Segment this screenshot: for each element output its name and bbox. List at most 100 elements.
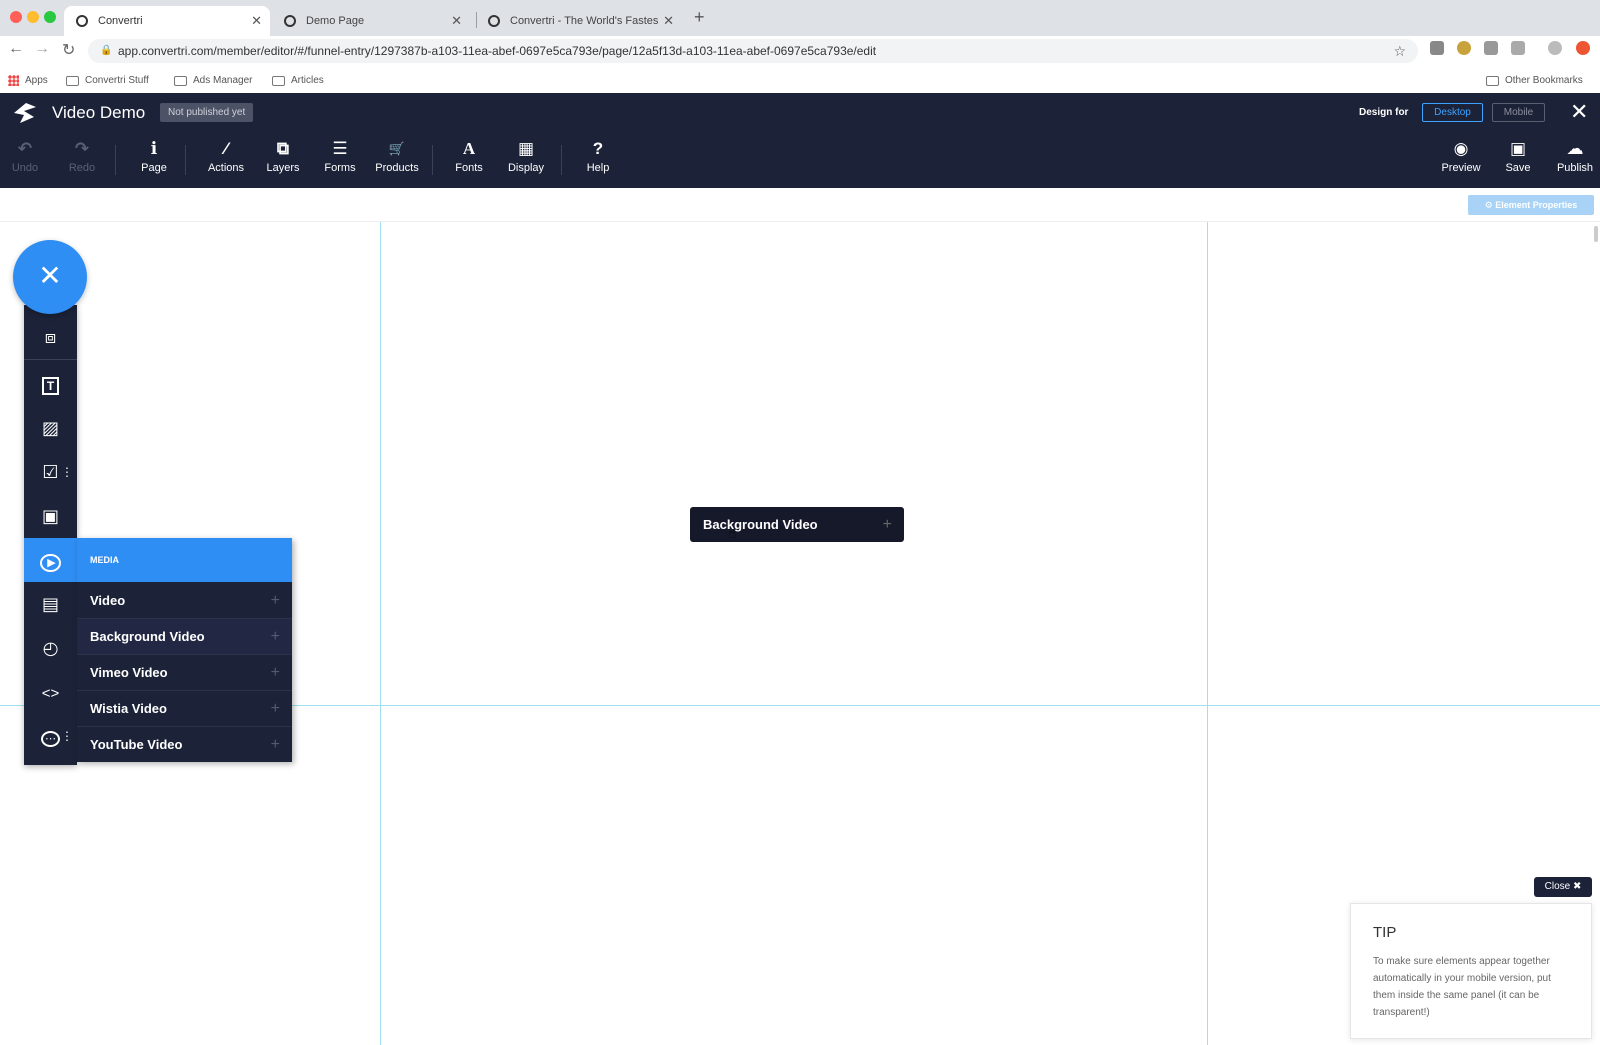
element-properties-button[interactable]: ⚙ Element Properties [1468,195,1594,215]
close-editor-icon[interactable]: ✕ [1570,99,1588,125]
puzzle-icon: ⧈ [44,327,57,347]
profile-avatar-icon[interactable] [1548,41,1562,55]
image-icon: ▨ [41,418,59,438]
timer-icon: ◴ [42,638,59,658]
tab-title: Convertri - The World's Fastes [510,15,659,27]
tab-title: Demo Page [306,15,365,27]
sidebar-item-components[interactable]: ⧈ [24,315,77,359]
tool-label: Page [141,162,167,174]
redo-icon: ↷ [74,139,90,158]
element-sidebar: ⧈ T ▨ ☑ ⋮ ▣ ▶ ▤ ◴ <> ⋯ ⋮ [24,305,77,765]
extension-pointer-icon[interactable] [1511,41,1525,55]
convertri-favicon-icon [76,15,88,27]
media-submenu-header: MEDIA [77,538,292,582]
cloud-upload-icon: ☁ [1566,139,1584,158]
sidebar-item-text[interactable]: T [24,362,77,406]
tab-close-icon[interactable]: ✕ [251,13,262,29]
page-button[interactable]: ℹ Page [129,139,179,174]
back-arrow-icon[interactable]: ← [8,40,24,58]
magic-wand-icon: ⁄ [224,139,228,158]
redo-button[interactable]: ↷ Redo [57,139,107,174]
tip-close-button[interactable]: Close ✖ [1534,877,1592,897]
layers-button[interactable]: ⧉ Layers [258,139,308,174]
canvas-scrollbar[interactable] [1594,226,1598,242]
forward-arrow-icon[interactable]: → [34,40,50,58]
sidebar-item-list[interactable]: ▤ [24,582,77,626]
undo-icon: ↶ [17,139,33,158]
mouse-pointer-icon: ☝ [728,525,737,541]
browser-tab-convertri[interactable]: Convertri ✕ [64,6,270,36]
tab-close-icon[interactable]: ✕ [451,13,462,29]
bookmark-ads-manager[interactable]: Ads Manager [174,75,252,86]
tool-label: Display [507,162,545,174]
more-dots-icon: ⋮ [61,465,73,479]
media-item-background-video[interactable]: Background Video + [77,619,292,655]
fonts-button[interactable]: A Fonts [444,139,494,174]
sidebar-item-forms[interactable]: ☑ ⋮ [24,450,77,494]
other-bookmarks[interactable]: Other Bookmarks [1486,75,1583,86]
extension-pen-icon[interactable] [1430,41,1444,55]
preview-button[interactable]: ◉ Preview [1436,139,1486,174]
browser-tab-convertri-home[interactable]: Convertri - The World's Fastes ✕ [476,6,682,36]
desktop-mode-button[interactable]: Desktop [1422,103,1483,122]
bookmark-label: Articles [291,75,324,86]
bookmark-star-icon[interactable]: ☆ [1393,39,1406,63]
bookmarks-bar: Apps Convertri Stuff Ads Manager Article… [0,66,1600,96]
media-item-vimeo-video[interactable]: Vimeo Video + [77,655,292,691]
list-icon: ☰ [332,139,348,158]
products-button[interactable]: 🛒 Products [372,139,422,174]
extension-camera-icon[interactable] [1484,41,1498,55]
tip-text: To make sure elements appear together au… [1373,956,1551,1018]
media-item-wistia-video[interactable]: Wistia Video + [77,691,292,727]
window-zoom-button[interactable] [44,11,56,23]
actions-button[interactable]: ⁄ Actions [201,139,251,174]
sidebar-item-countdown[interactable]: ◴ [24,626,77,670]
undo-button[interactable]: ↶ Undo [0,139,50,174]
bookmark-apps[interactable]: Apps [8,75,48,86]
sidebar-item-code[interactable]: <> [24,670,77,714]
font-icon: A [462,139,476,158]
sidebar-item-image[interactable]: ▨ [24,406,77,450]
sidebar-item-panel[interactable]: ▣ [24,494,77,538]
dragging-element-chip[interactable]: Background Video + [690,507,904,542]
tool-label: Layers [266,162,300,174]
toolbar-divider [185,145,186,175]
info-icon: ℹ [150,139,158,158]
screen: Convertri ✕ Demo Page ✕ Convertri - The … [0,0,1600,1045]
bookmark-articles[interactable]: Articles [272,75,324,86]
sidebar-divider [24,359,77,360]
tip-box: TIP To make sure elements appear togethe… [1350,903,1592,1039]
extension-opera-icon[interactable] [1576,41,1590,55]
bookmark-convertri-stuff[interactable]: Convertri Stuff [66,75,149,86]
tool-label: Publish [1556,162,1594,174]
save-button[interactable]: ▣ Save [1493,139,1543,174]
forms-button[interactable]: ☰ Forms [315,139,365,174]
window-close-button[interactable] [10,11,22,23]
mobile-mode-button[interactable]: Mobile [1492,103,1545,122]
media-item-label: YouTube Video [90,737,183,752]
plus-icon: + [270,628,280,645]
new-tab-button[interactable]: + [694,7,705,28]
sidebar-item-more[interactable]: ⋯ ⋮ [24,714,77,758]
address-bar[interactable]: 🔒 app.convertri.com/member/editor/#/funn… [88,39,1418,63]
reload-icon[interactable]: ↻ [62,40,75,60]
bookmark-label: Convertri Stuff [85,75,149,86]
media-item-video[interactable]: Video + [77,583,292,619]
more-icon: ⋯ [41,731,60,747]
apps-grid-icon [8,75,19,86]
help-button[interactable]: ? Help [573,139,623,174]
tool-label: Help [586,162,610,174]
sidebar-item-media[interactable]: ▶ [24,538,77,582]
code-icon: <> [41,685,60,702]
tab-close-icon[interactable]: ✕ [663,13,674,29]
window-minimize-button[interactable] [27,11,39,23]
extension-circle-icon[interactable] [1457,41,1471,55]
browser-tab-demo-page[interactable]: Demo Page ✕ [272,6,470,36]
media-item-youtube-video[interactable]: YouTube Video + [77,727,292,763]
design-for-label: Design for [1359,107,1409,118]
ads-manager-icon [174,75,187,86]
publish-button[interactable]: ☁ Publish [1550,139,1600,174]
properties-bar: ⚙ Element Properties [0,188,1600,222]
display-button[interactable]: ▦ Display [501,139,551,174]
close-elements-fab[interactable]: ✕ [13,240,87,314]
